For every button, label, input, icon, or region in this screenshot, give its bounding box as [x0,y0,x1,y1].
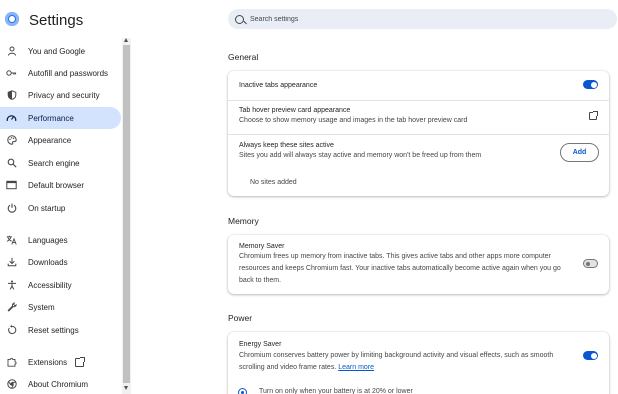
section-title-power: Power [228,313,253,323]
sidebar-item-label: Default browser [28,180,85,190]
key-icon [6,68,17,79]
scroll-down-arrow-icon[interactable] [124,386,128,390]
download-icon [6,257,17,268]
sidebar-item-label: Appearance [28,135,72,145]
learn-more-link[interactable]: Learn more [338,364,374,371]
browser-icon [6,180,17,191]
memory-card: Memory Saver Chromium frees up memory fr… [228,235,609,294]
sidebar-item-on-startup[interactable]: On startup [0,197,121,219]
inactive-tabs-toggle[interactable] [583,80,598,89]
battery-20-option-label: Turn on only when your battery is at 20%… [259,388,413,394]
memory-saver-description-line1: Chromium frees up memory from inactive t… [239,253,551,260]
hover-card-description: Choose to show memory usage and images i… [239,117,468,124]
sidebar-item-about[interactable]: About Chromium [0,373,121,394]
speedometer-icon [6,113,17,124]
scroll-up-arrow-icon[interactable] [124,38,128,42]
inactive-tabs-label: Inactive tabs appearance [239,82,318,89]
sidebar-scrollbar[interactable] [122,38,131,394]
energy-saver-label: Energy Saver [239,341,282,348]
scrollbar-thumb[interactable] [123,45,130,383]
sidebar-item-label: Privacy and security [28,90,100,100]
sidebar-item-label: About Chromium [28,379,89,389]
power-icon [6,203,17,214]
divider [228,134,609,135]
section-title-general: General [228,52,259,62]
section-title-memory: Memory [228,216,259,226]
translate-icon [6,235,17,246]
sidebar-item-extensions[interactable]: Extensions [0,351,121,373]
shield-icon [6,90,17,101]
puzzle-icon [6,357,17,368]
sidebar-item-label: Autofill and passwords [28,68,109,78]
energy-saver-description-text: scrolling and video frame rates. [239,364,337,371]
sidebar-item-appearance[interactable]: Appearance [0,129,121,151]
settings-header: Settings [0,0,618,38]
search-input[interactable] [250,15,550,23]
sidebar-item-performance[interactable]: Performance [0,107,121,129]
search-box[interactable] [228,9,617,29]
sidebar-item-privacy[interactable]: Privacy and security [0,84,121,106]
sidebar-item-system[interactable]: System [0,296,121,318]
person-icon [6,46,17,57]
chromium-icon [6,379,17,390]
sidebar-item-search-engine[interactable]: Search engine [0,152,121,174]
hover-card-label: Tab hover preview card appearance [239,107,351,114]
sidebar-item-label: Performance [28,113,74,123]
no-sites-label: No sites added [250,179,297,186]
sidebar-item-label: Reset settings [28,325,79,335]
sidebar-item-reset-settings[interactable]: Reset settings [0,319,121,341]
add-site-button[interactable]: Add [560,143,599,162]
divider [228,100,609,101]
page-title: Settings [29,12,84,29]
wrench-icon [6,302,17,313]
always-active-label: Always keep these sites active [239,142,334,149]
battery-20-radio[interactable] [238,388,247,394]
sidebar-item-label: Accessibility [28,280,72,290]
sidebar-item-label: You and Google [28,46,86,56]
sidebar-item-default-browser[interactable]: Default browser [0,174,121,196]
sidebar-nav: You and Google Autofill and passwords Pr… [0,38,122,394]
sidebar-item-label: Downloads [28,257,68,267]
general-card: Inactive tabs appearance Tab hover previ… [228,71,609,196]
sidebar-item-label: Search engine [28,158,80,168]
search-icon [6,158,17,169]
reset-icon [6,325,17,336]
memory-saver-description-line3: back to them. [239,277,282,284]
open-subpage-icon[interactable] [589,111,598,120]
energy-saver-description-line2: scrolling and video frame rates. Learn m… [239,362,374,374]
palette-icon [6,135,17,146]
memory-saver-toggle[interactable] [583,259,598,268]
open-in-new-icon [75,356,86,367]
sidebar-item-autofill[interactable]: Autofill and passwords [0,62,121,84]
search-icon [235,14,244,24]
chromium-logo-icon [5,12,19,26]
energy-saver-toggle[interactable] [583,351,598,360]
sidebar-item-accessibility[interactable]: Accessibility [0,274,121,296]
sidebar-item-languages[interactable]: Languages [0,229,121,251]
sidebar-item-label: System [28,302,55,312]
memory-saver-label: Memory Saver [239,243,285,250]
accessibility-icon [6,280,17,291]
sidebar-item-label: On startup [28,203,66,213]
memory-saver-description-line2: resources and keeps Chromium fast. Your … [239,265,561,272]
energy-saver-description-line1: Chromium conserves battery power by limi… [239,352,554,359]
sidebar-item-label: Extensions [28,357,68,367]
always-active-description: Sites you add will always stay active an… [239,152,482,159]
sidebar-item-label: Languages [28,235,68,245]
sidebar-item-you-and-google[interactable]: You and Google [0,40,121,62]
sidebar-item-downloads[interactable]: Downloads [0,251,121,273]
power-card: Energy Saver Chromium conserves battery … [228,332,609,394]
